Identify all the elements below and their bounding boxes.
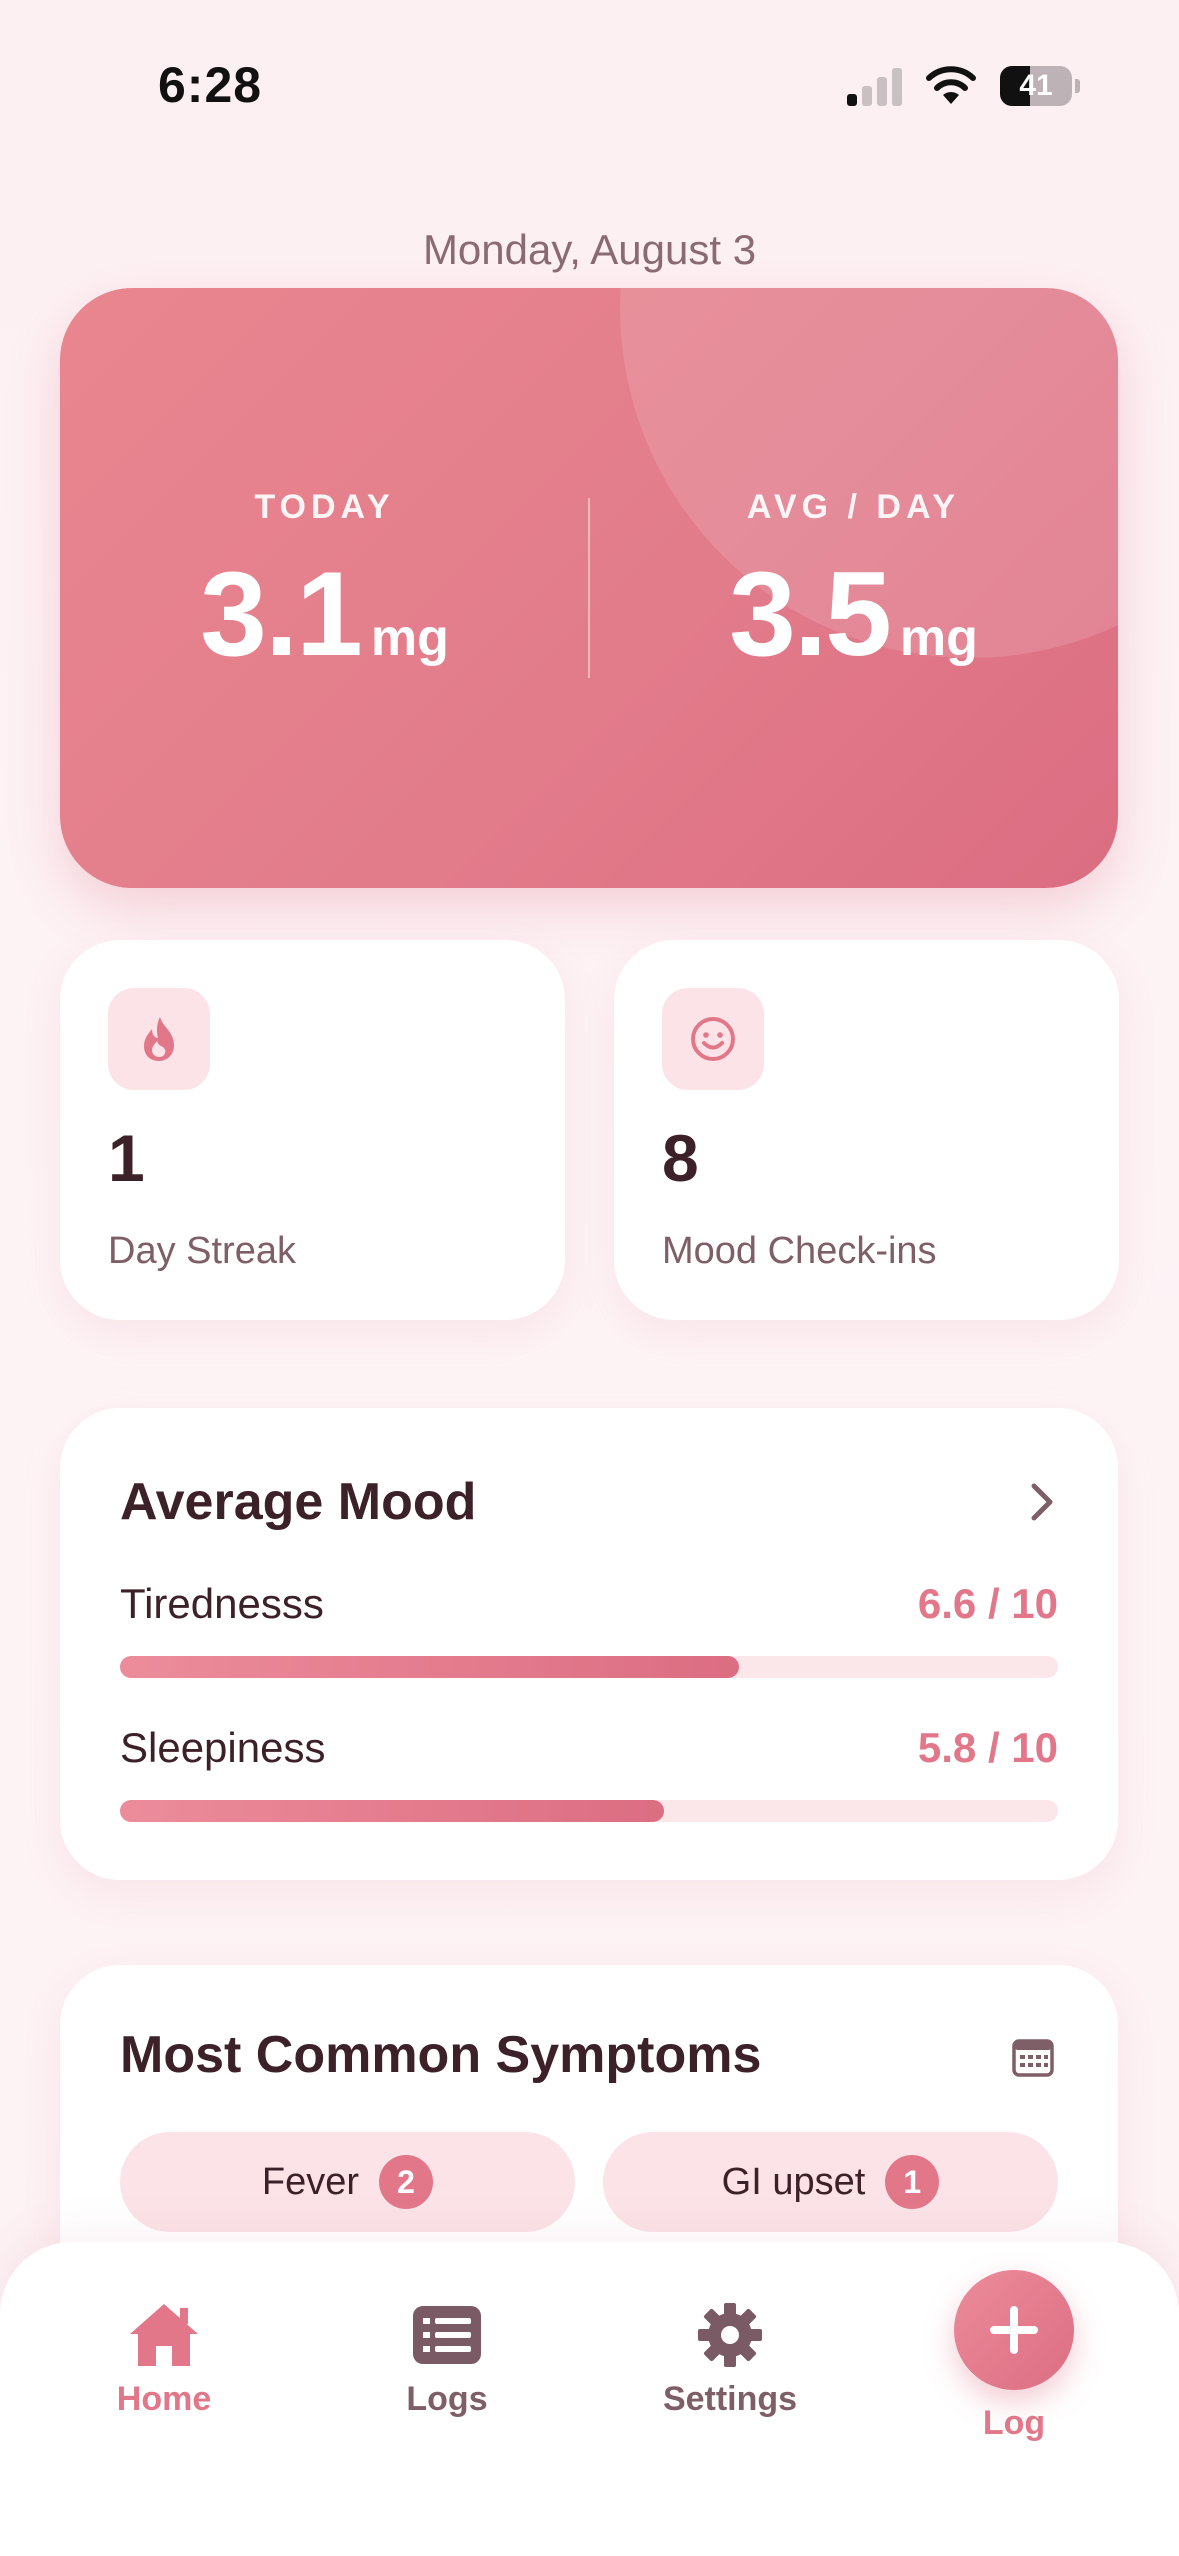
mood-bar-sleepiness: Sleepiness 5.8 / 10 [120,1724,1058,1824]
tab-settings[interactable]: Settings [610,2300,850,2419]
today-unit: mg [370,609,449,667]
today-value: 3.1 mg [60,545,589,683]
plus-icon [990,2306,1038,2354]
mood-bar-fill [120,1656,740,1678]
chevron-right-icon[interactable] [1022,1478,1062,1526]
add-log-button[interactable] [954,2270,1074,2390]
symptom-chip-fever[interactable]: Fever 2 [120,2132,575,2232]
symptom-label: GI upset [721,2160,866,2203]
add-log-label: Log [982,2404,1046,2442]
cellular-signal-icon [847,68,902,106]
avg-unit: mg [899,609,978,667]
calendar-icon[interactable] [1012,2037,1054,2077]
wifi-icon [926,66,976,104]
list-icon [413,2306,481,2364]
mood-bar-track [120,1656,1058,1678]
battery-tip [1075,79,1080,93]
today-label: TODAY [254,488,395,526]
symptom-chip-gi-upset[interactable]: GI upset 1 [603,2132,1058,2232]
home-icon [130,2304,198,2366]
home-screen: 6:28 41 Monday, August 3 TODAY 3.1 mg AV… [0,0,1179,2556]
streak-value: 1 [108,1121,145,1195]
mood-bar-value: 5.8 / 10 [917,1724,1058,1771]
tab-logs[interactable]: Logs [327,2300,567,2419]
today-number: 3.1 [200,547,363,681]
mood-bar-track [120,1800,1058,1822]
avg-stat: AVG / DAY 3.5 mg [589,488,1118,683]
date-label: Monday, August 3 [422,226,757,273]
dosage-summary-card: TODAY 3.1 mg AVG / DAY 3.5 mg [60,288,1118,888]
tab-home[interactable]: Home [44,2300,284,2419]
mood-bar-value: 6.6 / 10 [917,1580,1058,1627]
streak-label: Day Streak [108,1230,296,1272]
mood-bar-fill [120,1800,665,1822]
tab-label: Home [116,2380,212,2418]
mood-icon-box [662,988,764,1090]
tab-label: Logs [406,2380,488,2418]
average-mood-card[interactable]: Average Mood Tirednesss 6.6 / 10 Sleepin… [60,1408,1118,1880]
status-time: 6:28 [158,57,263,113]
symptom-count-badge: 1 [885,2155,940,2209]
battery-percent: 41 [1019,69,1053,102]
mood-bar-tiredness: Tirednesss 6.6 / 10 [120,1580,1058,1680]
gear-icon [698,2303,762,2367]
battery-indicator: 41 [1000,66,1080,106]
avg-label: AVG / DAY [746,488,961,526]
symptom-count-badge: 2 [379,2155,434,2209]
status-bar: 6:28 41 [0,0,1179,170]
mood-checkins-label: Mood Check-ins [662,1230,937,1272]
streak-icon-box [108,988,210,1090]
tab-label: Settings [662,2380,798,2418]
flame-icon [144,1017,174,1061]
symptoms-title: Most Common Symptoms [120,2026,762,2084]
battery-icon: 41 [1000,66,1072,106]
tab-bar: Home Logs Settings Log [0,2242,1179,2556]
avg-value: 3.5 mg [589,545,1118,683]
mood-checkins-card[interactable]: 8 Mood Check-ins [614,940,1119,1320]
streak-card[interactable]: 1 Day Streak [60,940,565,1320]
avg-number: 3.5 [729,547,892,681]
mood-bar-label: Tirednesss [120,1580,324,1627]
symptom-chips: Fever 2 GI upset 1 [120,2132,1058,2232]
mood-checkins-value: 8 [662,1121,699,1195]
mood-bar-label: Sleepiness [120,1724,326,1771]
average-mood-title: Average Mood [120,1473,477,1531]
symptom-label: Fever [261,2160,360,2203]
smiley-icon [691,1017,735,1061]
today-stat: TODAY 3.1 mg [60,488,589,683]
